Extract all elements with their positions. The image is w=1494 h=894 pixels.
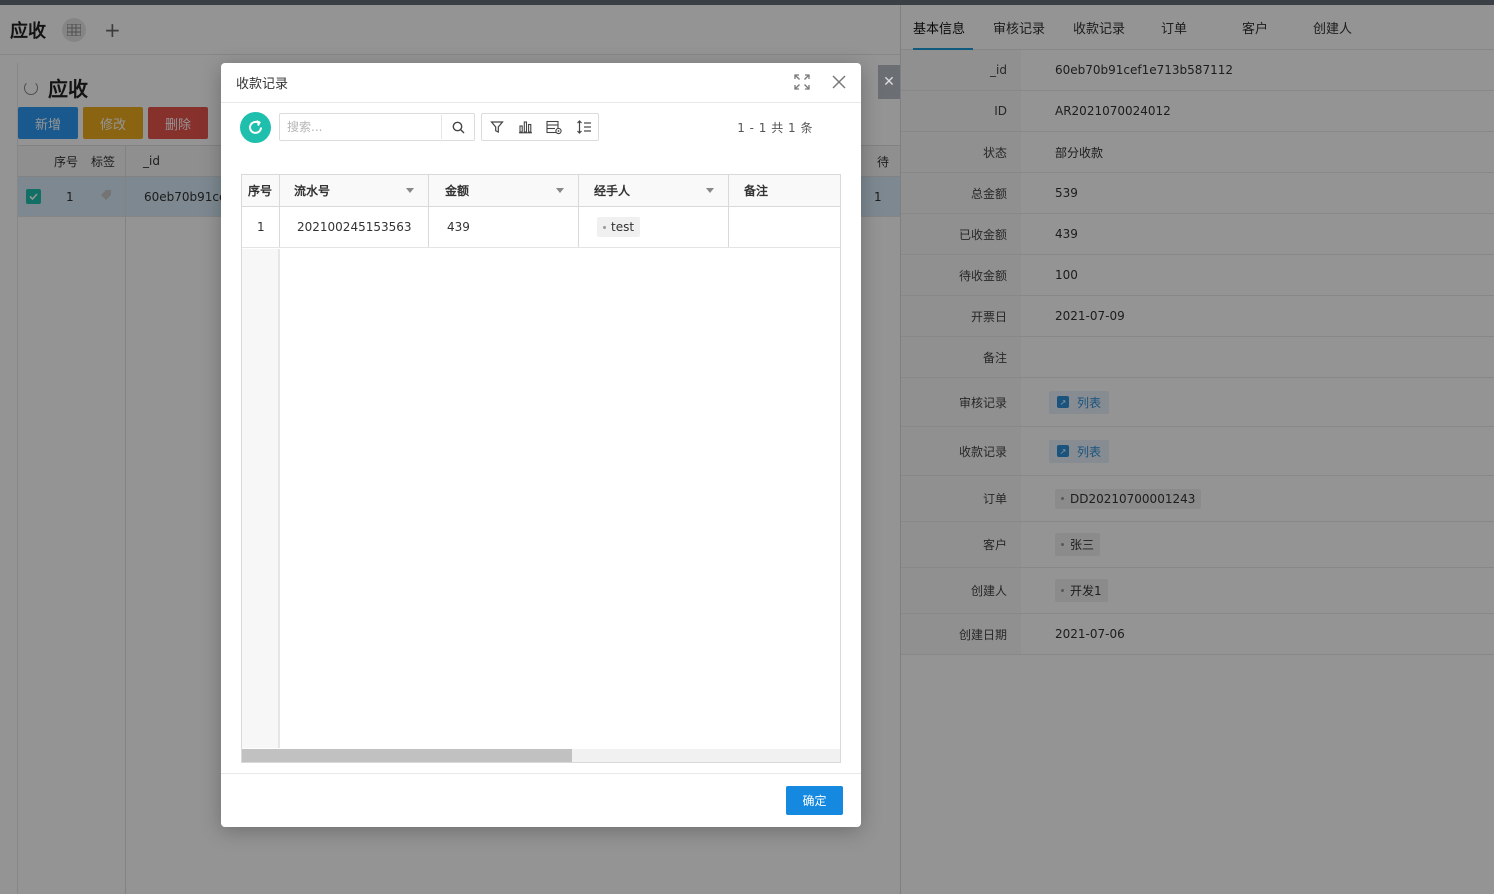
column-settings-icon[interactable] <box>540 114 569 140</box>
chevron-down-icon[interactable] <box>406 188 414 193</box>
dialog-toolbar: 1 - 1 共 1 条 <box>240 111 843 143</box>
search-box <box>279 113 475 141</box>
handler-tag[interactable]: test <box>597 217 641 237</box>
dialog-footer: 确定 <box>221 773 861 827</box>
confirm-button[interactable]: 确定 <box>786 786 843 815</box>
search-icon[interactable] <box>442 114 474 140</box>
column-header-amount[interactable]: 金额 <box>429 175 579 206</box>
payment-records-table: 序号 流水号 金额 经手人 备注 1 202100245153563 439 t… <box>241 174 841 763</box>
dialog-header: 收款记录 <box>221 63 861 103</box>
cell-index: 1 <box>242 207 280 247</box>
pagination-info: 1 - 1 共 1 条 <box>737 121 813 135</box>
payment-records-dialog: 收款记录 搜索... 1 - 1 共 1 条 序号 流水号 金额 经手人 备注 … <box>221 63 861 827</box>
table-header: 序号 流水号 金额 经手人 备注 <box>242 175 840 207</box>
table-row[interactable]: 1 202100245153563 439 test <box>242 207 840 248</box>
row-height-icon[interactable] <box>569 114 598 140</box>
column-header-remark[interactable]: 备注 <box>729 175 840 206</box>
scrollbar-thumb[interactable] <box>242 749 572 762</box>
cell-handler: test <box>579 207 729 247</box>
bar-chart-icon[interactable] <box>511 114 540 140</box>
cell-amount: 439 <box>429 207 579 247</box>
refresh-icon[interactable] <box>240 111 271 143</box>
chevron-down-icon[interactable] <box>556 188 564 193</box>
cell-remark <box>729 207 840 247</box>
index-column-filler <box>242 249 280 748</box>
tool-button-group <box>481 113 599 141</box>
close-icon[interactable]: ✕ <box>878 65 900 99</box>
horizontal-scrollbar[interactable] <box>242 749 840 762</box>
filter-icon[interactable] <box>482 114 511 140</box>
chevron-down-icon[interactable] <box>706 188 714 193</box>
close-icon[interactable] <box>831 74 847 90</box>
cell-serial: 202100245153563 <box>280 207 429 247</box>
expand-icon[interactable] <box>793 73 811 91</box>
column-header-index[interactable]: 序号 <box>242 175 280 206</box>
dialog-title: 收款记录 <box>236 77 289 92</box>
column-header-handler[interactable]: 经手人 <box>579 175 729 206</box>
search-input[interactable] <box>280 115 442 139</box>
column-header-serial[interactable]: 流水号 <box>280 175 429 206</box>
